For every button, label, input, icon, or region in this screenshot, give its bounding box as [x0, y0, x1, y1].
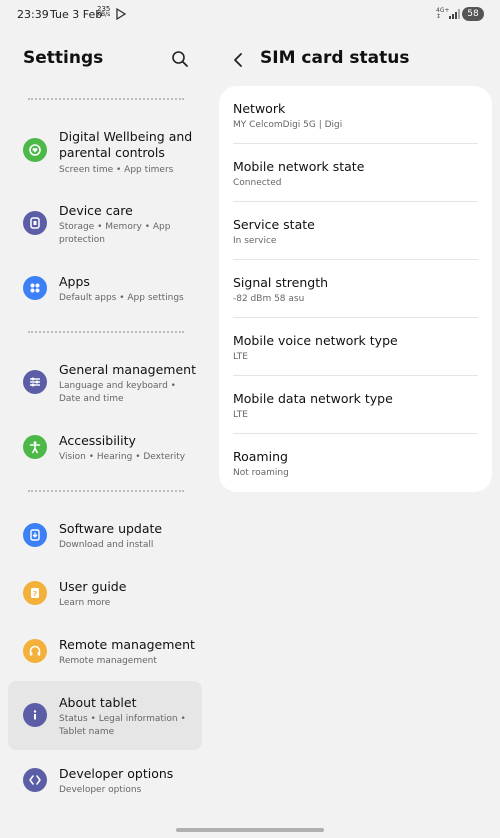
svg-text:?: ? [33, 590, 37, 598]
network-speed: 235 KB/s [97, 6, 110, 18]
about-tablet-icon [23, 703, 47, 727]
item-subtext: Status • Legal information • Tablet name [59, 714, 186, 737]
battery-icon: 58 [462, 7, 484, 21]
network-speed-unit: KB/s [97, 11, 111, 18]
row-value: LTE [233, 410, 248, 420]
item-label: Apps [59, 274, 90, 289]
row-value: Not roaming [233, 468, 289, 478]
signal-icon [449, 9, 460, 19]
play-store-icon [116, 8, 127, 20]
row-value: MY CelcomDigi 5G | Digi [233, 120, 343, 130]
settings-item-apps[interactable]: Apps Default apps • App settings [8, 270, 202, 310]
item-label: Accessibility [59, 433, 136, 448]
item-subtext: Developer options [59, 785, 142, 795]
settings-item-developer-options[interactable]: Developer options Developer options [8, 762, 202, 802]
software-update-icon [23, 523, 47, 547]
sim-status-card: Network MY CelcomDigi 5G | Digi Mobile n… [219, 86, 492, 492]
settings-item-about-tablet[interactable]: About tablet Status • Legal information … [8, 681, 202, 750]
remote-management-icon [23, 639, 47, 663]
settings-item-software-update[interactable]: Software update Download and install [8, 517, 202, 557]
item-label: Software update [59, 521, 163, 536]
row-label: Signal strength [233, 275, 329, 290]
item-label: Remote management [59, 637, 195, 652]
item-label: Developer options [59, 766, 174, 781]
status-date: Tue 3 Feb [50, 8, 103, 21]
status-row-data-network-type: Mobile data network type LTE [219, 376, 492, 434]
accessibility-icon [23, 435, 47, 459]
status-row-roaming: Roaming Not roaming [219, 434, 492, 492]
settings-item-general-management[interactable]: General management Language and keyboard… [8, 358, 202, 410]
row-label: Mobile voice network type [233, 333, 398, 348]
row-label: Mobile network state [233, 159, 365, 174]
item-subtext: Download and install [59, 540, 154, 550]
row-label: Service state [233, 217, 315, 232]
item-subtext: Vision • Hearing • Dexterity [59, 452, 186, 462]
divider [28, 98, 184, 100]
status-row-voice-network-type: Mobile voice network type LTE [219, 318, 492, 376]
status-time: 23:39 [17, 8, 49, 21]
status-row-network: Network MY CelcomDigi 5G | Digi [219, 86, 492, 144]
divider [28, 490, 184, 492]
back-icon[interactable] [232, 52, 244, 68]
home-gesture-bar[interactable] [176, 828, 324, 832]
item-label: User guide [59, 579, 127, 594]
divider [28, 331, 184, 333]
item-subtext: Remote management [59, 656, 157, 666]
item-label: Device care [59, 203, 133, 218]
settings-item-accessibility[interactable]: Accessibility Vision • Hearing • Dexteri… [8, 429, 202, 469]
item-subtext: Storage • Memory • App protection [59, 222, 171, 245]
row-label: Mobile data network type [233, 391, 393, 406]
settings-item-user-guide[interactable]: ? User guide Learn more [8, 575, 202, 615]
status-row-mobile-network-state: Mobile network state Connected [219, 144, 492, 202]
row-value: LTE [233, 352, 248, 362]
status-bar: 23:39 Tue 3 Feb 235 KB/s 4G+ ↕ 58 [0, 0, 500, 30]
page-title: SIM card status [260, 48, 410, 68]
apps-icon [23, 276, 47, 300]
settings-title: Settings [23, 48, 104, 68]
row-value: -82 dBm 58 asu [233, 294, 305, 304]
item-label: Digital Wellbeing and parental controls [59, 129, 193, 160]
settings-item-digital-wellbeing[interactable]: Digital Wellbeing and parental controls … [8, 124, 202, 184]
item-subtext: Language and keyboard • Date and time [59, 381, 176, 404]
row-value: Connected [233, 178, 282, 188]
row-value: In service [233, 236, 277, 246]
item-label: General management [59, 362, 196, 377]
general-management-icon [23, 370, 47, 394]
settings-item-device-care[interactable]: Device care Storage • Memory • App prote… [8, 199, 202, 251]
item-subtext: Default apps • App settings [59, 293, 184, 303]
search-icon[interactable] [171, 50, 189, 68]
row-label: Network [233, 101, 286, 116]
status-row-signal-strength: Signal strength -82 dBm 58 asu [219, 260, 492, 318]
row-label: Roaming [233, 449, 288, 464]
developer-options-icon [23, 768, 47, 792]
item-label: About tablet [59, 695, 137, 710]
settings-item-remote-management[interactable]: Remote management Remote management [8, 633, 202, 673]
user-guide-icon: ? [23, 581, 47, 605]
device-care-icon [23, 211, 47, 235]
digital-wellbeing-icon [23, 138, 47, 162]
status-row-service-state: Service state In service [219, 202, 492, 260]
item-subtext: Screen time • App timers [59, 165, 174, 175]
item-subtext: Learn more [59, 598, 111, 608]
